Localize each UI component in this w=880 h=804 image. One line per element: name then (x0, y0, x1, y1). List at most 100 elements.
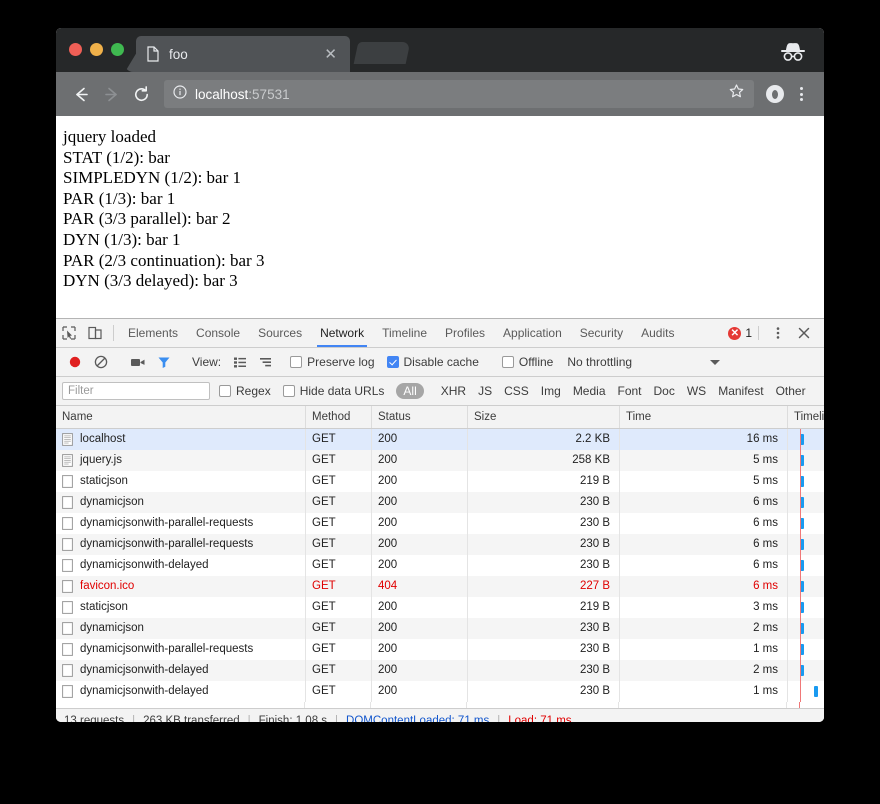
table-row[interactable]: dynamicjsonwith-delayed GET 200 230 B2 ms (56, 660, 824, 681)
filter-type-ws[interactable]: WS (681, 384, 712, 398)
tab-profiles[interactable]: Profiles (436, 319, 494, 347)
filter-type-media[interactable]: Media (567, 384, 612, 398)
cell-method: GET (305, 513, 371, 534)
filter-type-all[interactable]: All (396, 383, 424, 399)
maximize-window-button[interactable] (111, 43, 124, 56)
close-window-button[interactable] (69, 43, 82, 56)
table-row[interactable]: favicon.ico GET 404 227 B6 ms (56, 576, 824, 597)
back-arrow-icon[interactable] (66, 79, 96, 109)
clear-icon[interactable] (88, 351, 114, 373)
table-row[interactable]: dynamicjson GET 200 230 B2 ms (56, 618, 824, 639)
url-host: localhost (195, 86, 249, 102)
kebab-menu-icon[interactable] (788, 81, 814, 107)
offline-checkbox[interactable]: Offline (501, 355, 553, 369)
inspect-element-icon[interactable] (56, 319, 82, 347)
cell-size: 2.2 KB (467, 429, 619, 450)
filter-type-doc[interactable]: Doc (648, 384, 681, 398)
filter-type-manifest[interactable]: Manifest (712, 384, 769, 398)
device-toolbar-icon[interactable] (82, 319, 108, 347)
filter-type-xhr[interactable]: XHR (435, 384, 472, 398)
cell-status: 200 (371, 639, 467, 660)
filter-input[interactable]: Filter (62, 382, 210, 400)
table-row[interactable]: dynamicjson GET 200 230 B6 ms (56, 492, 824, 513)
close-icon[interactable] (791, 326, 817, 340)
table-row[interactable]: dynamicjsonwith-parallel-requests GET 200 2… (56, 639, 824, 660)
checkbox[interactable] (290, 356, 303, 368)
bookmark-star-icon[interactable] (728, 83, 745, 105)
filter-type-js[interactable]: JS (472, 384, 498, 398)
table-row[interactable]: localhost GET 200 2.2 KB 16 ms (56, 429, 824, 450)
devtools-panel: Elements Console Sources Network Timelin… (56, 318, 824, 722)
column-header-name[interactable]: Name (56, 406, 305, 428)
checkbox[interactable] (501, 356, 514, 368)
table-row[interactable]: dynamicjsonwith-parallel-requests GET 200 2… (56, 534, 824, 555)
profile-avatar-icon[interactable] (762, 81, 788, 107)
domcontentloaded-marker (800, 597, 801, 618)
close-icon[interactable]: ✕ (321, 47, 340, 62)
disable-cache-checkbox[interactable]: Disable cache (386, 355, 479, 369)
table-row[interactable]: dynamicjsonwith-delayed GET 200 230 B1 ms (56, 681, 824, 702)
tab-application[interactable]: Application (494, 319, 571, 347)
table-row[interactable]: dynamicjsonwith-parallel-requests GET 200 2… (56, 513, 824, 534)
reload-icon[interactable] (126, 79, 156, 109)
column-header-status[interactable]: Status (371, 406, 467, 428)
page-line: jquery loaded (63, 127, 156, 146)
camera-icon[interactable] (125, 351, 151, 373)
regex-checkbox[interactable]: Regex (219, 384, 271, 398)
cell-time: 1 ms (619, 681, 787, 702)
address-bar[interactable]: localhost:57531 (164, 80, 754, 108)
tab-network[interactable]: Network (311, 319, 373, 347)
waterfall-view-icon[interactable] (253, 351, 279, 373)
table-row[interactable]: jquery.js GET 200 258 KB 5 ms (56, 450, 824, 471)
table-row[interactable]: staticjson GET 200 219 B3 ms (56, 597, 824, 618)
filter-type-font[interactable]: Font (612, 384, 648, 398)
checkbox[interactable] (219, 385, 231, 397)
throttling-select[interactable]: No throttling (567, 355, 721, 369)
request-name: dynamicjsonwith-delayed (80, 559, 209, 571)
checkbox[interactable] (282, 385, 295, 397)
column-header-size[interactable]: Size (467, 406, 619, 428)
table-row[interactable]: staticjson GET 200 219 B5 ms (56, 471, 824, 492)
filter-type-css[interactable]: CSS (498, 384, 535, 398)
column-header-method[interactable]: Method (305, 406, 371, 428)
cell-time: 6 ms (619, 555, 787, 576)
cell-size: 230 B (467, 681, 619, 702)
column-header-timeline[interactable]: Timeline (787, 406, 824, 428)
domcontentloaded-marker (799, 702, 800, 708)
table-row[interactable]: dynamicjsonwith-delayed GET 200 230 B6 ms (56, 555, 824, 576)
browser-tab[interactable]: foo ✕ (136, 36, 350, 72)
tab-console[interactable]: Console (187, 319, 249, 347)
tab-sources[interactable]: Sources (249, 319, 311, 347)
cell-method: GET (305, 450, 371, 471)
cell-name: dynamicjsonwith-parallel-requests (56, 639, 305, 660)
kebab-menu-icon[interactable] (765, 326, 791, 340)
tab-timeline[interactable]: Timeline (373, 319, 436, 347)
hide-data-urls-checkbox[interactable]: Hide data URLs (282, 384, 384, 398)
cell-size: 230 B (467, 492, 619, 513)
filter-type-other[interactable]: Other (770, 384, 812, 398)
page-line: DYN (3/3 delayed): bar 3 (63, 271, 238, 291)
load-time: Load: 71 ms (508, 715, 572, 722)
error-badge[interactable]: ✕ 1 (728, 326, 752, 340)
info-circle-icon[interactable] (173, 84, 187, 104)
tab-audits[interactable]: Audits (632, 319, 683, 347)
cell-timeline (787, 534, 824, 555)
chevron-down-icon[interactable] (710, 359, 721, 365)
domcontentloaded-marker (800, 534, 801, 555)
checkbox[interactable] (386, 356, 399, 368)
domcontentloaded-marker (800, 492, 801, 513)
minimize-window-button[interactable] (90, 43, 103, 56)
funnel-filter-icon[interactable] (151, 351, 177, 373)
list-view-icon[interactable] (227, 351, 253, 373)
request-name: favicon.ico (80, 580, 135, 592)
divider: | (497, 715, 501, 722)
record-button-icon[interactable] (62, 351, 88, 373)
preserve-log-checkbox[interactable]: Preserve log (290, 355, 375, 369)
tab-elements[interactable]: Elements (119, 319, 187, 347)
network-table: Name Method Status Size Time Timeline lo… (56, 406, 824, 708)
domcontentloaded-marker (800, 618, 801, 639)
tab-security[interactable]: Security (571, 319, 632, 347)
column-header-time[interactable]: Time (619, 406, 787, 428)
divider (758, 326, 759, 340)
filter-type-img[interactable]: Img (535, 384, 567, 398)
